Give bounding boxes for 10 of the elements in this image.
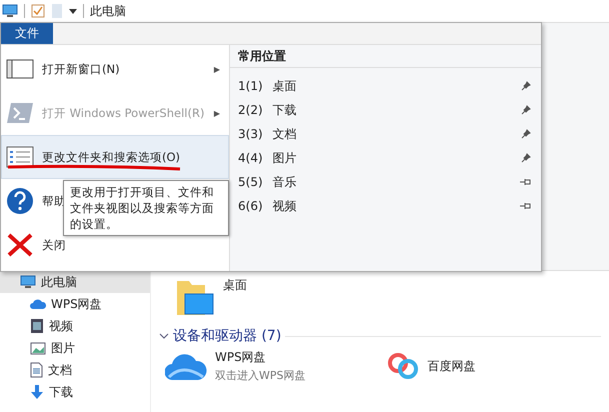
places-heading: 常用位置 <box>230 45 541 68</box>
drive-name: 百度网盘 <box>428 358 476 374</box>
section-title: 设备和驱动器 (7) <box>173 327 282 345</box>
window-title: 此电脑 <box>90 2 126 20</box>
submenu-arrow-icon: ▶ <box>214 108 220 118</box>
folder-name: 桌面 <box>223 277 247 294</box>
tooltip: 更改用于打开项目、文件和文件夹视图以及搜索等方面的设置。 <box>63 180 229 236</box>
drive-subtitle: 双击进入WPS网盘 <box>215 368 306 383</box>
drive-name: WPS网盘 <box>215 349 267 366</box>
submenu-arrow-icon: ▶ <box>214 64 220 74</box>
